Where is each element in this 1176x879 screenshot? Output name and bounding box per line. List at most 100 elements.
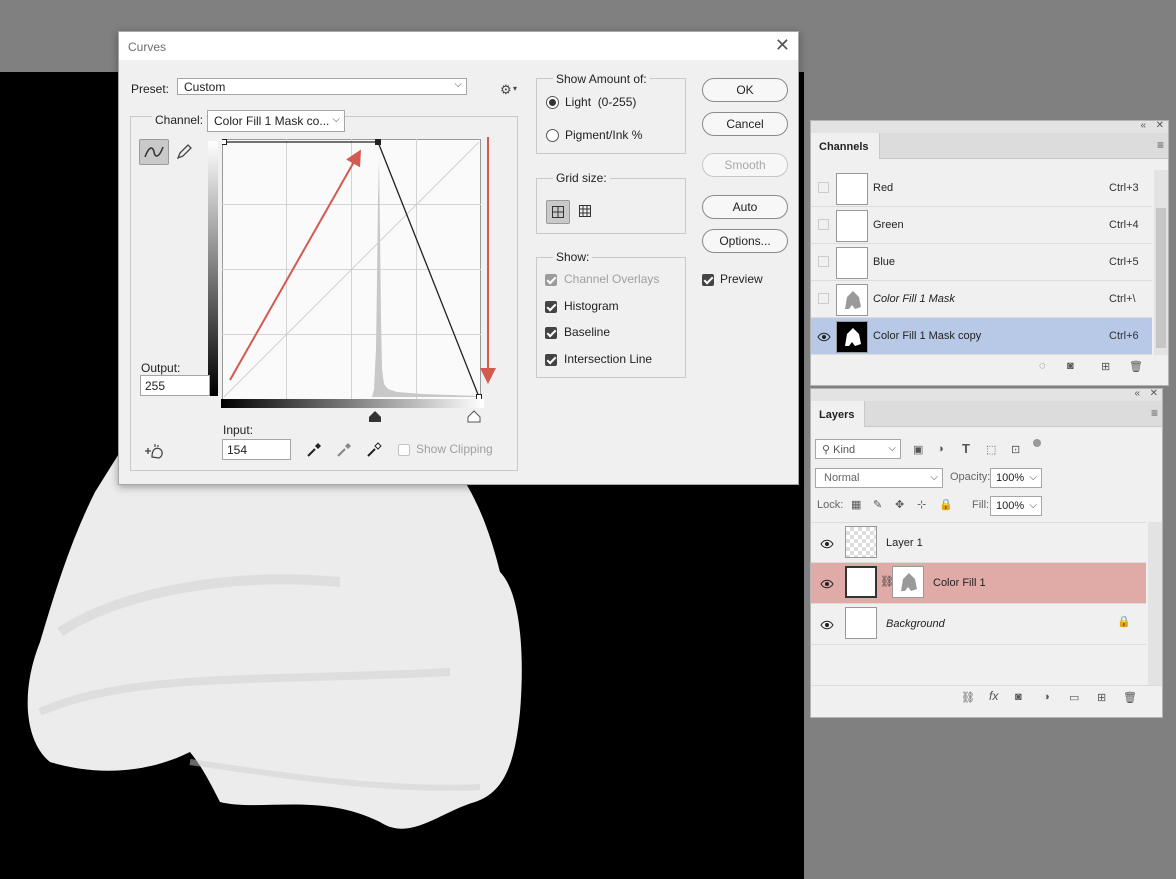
load-channel-as-selection-icon[interactable]: ◌ bbox=[1039, 360, 1046, 372]
new-layer-icon[interactable]: ⊞ bbox=[1097, 691, 1106, 704]
channels-scrollbar[interactable] bbox=[1154, 170, 1168, 355]
intersection-line-checkbox[interactable] bbox=[545, 354, 557, 366]
link-layers-icon[interactable]: ⛓ bbox=[961, 691, 975, 704]
pencil-tool-button[interactable] bbox=[174, 142, 194, 162]
curve-point-tool-button[interactable] bbox=[139, 139, 169, 165]
close-icon[interactable]: ✕ bbox=[1156, 120, 1164, 131]
auto-button[interactable]: Auto bbox=[702, 195, 788, 219]
simple-grid-button[interactable] bbox=[546, 200, 570, 224]
fill-field[interactable]: 100% ⌵ bbox=[990, 496, 1042, 516]
type-layer-filter-icon[interactable]: T bbox=[962, 441, 970, 456]
mask-shape-icon bbox=[845, 291, 861, 309]
output-field[interactable]: 255 bbox=[140, 375, 210, 396]
layer-mask-thumbnail[interactable] bbox=[892, 566, 924, 598]
channel-thumbnail bbox=[836, 210, 868, 242]
close-icon[interactable]: ✕ bbox=[775, 36, 790, 54]
add-mask-icon[interactable]: ◙ bbox=[1015, 691, 1022, 703]
fill-label: Fill: bbox=[972, 499, 990, 511]
on-image-adjust-icon[interactable] bbox=[143, 443, 165, 461]
trash-icon[interactable]: 🗑 bbox=[1129, 360, 1143, 373]
lock-artboard-icon[interactable]: ⊹ bbox=[917, 498, 926, 511]
opacity-field[interactable]: 100% ⌵ bbox=[990, 468, 1042, 488]
visibility-toggle[interactable] bbox=[818, 293, 829, 304]
opacity-value: 100% bbox=[996, 472, 1025, 484]
channel-row-red[interactable]: Red Ctrl+3 bbox=[811, 170, 1152, 207]
pigment-radio[interactable] bbox=[546, 129, 559, 142]
ok-button[interactable]: OK bbox=[702, 78, 788, 102]
channel-name: Blue bbox=[873, 256, 896, 268]
input-field[interactable]: 154 bbox=[222, 439, 291, 460]
kind-filter-dropdown[interactable]: ⚲ Kind ⌵ bbox=[815, 439, 901, 459]
channel-dropdown[interactable]: Color Fill 1 Mask co... ⌵ bbox=[207, 110, 345, 132]
layer-row-color-fill-1[interactable]: ⛓ Color Fill 1 bbox=[811, 563, 1146, 604]
scrollbar-thumb[interactable] bbox=[1156, 208, 1166, 348]
blend-mode-dropdown[interactable]: Normal ⌵ bbox=[815, 468, 943, 488]
collapse-icon[interactable]: « bbox=[1140, 120, 1146, 131]
smooth-button[interactable]: Smooth bbox=[702, 153, 788, 177]
output-label: Output: bbox=[141, 361, 181, 375]
dialog-titlebar[interactable]: Curves ✕ bbox=[119, 32, 798, 60]
fx-icon[interactable]: fx bbox=[989, 689, 998, 703]
eye-icon[interactable] bbox=[817, 332, 831, 342]
layers-scrollbar[interactable] bbox=[1148, 522, 1162, 685]
input-label: Input: bbox=[223, 423, 254, 437]
new-channel-icon[interactable]: ⊞ bbox=[1101, 360, 1110, 373]
channel-row-color-fill-mask[interactable]: Color Fill 1 Mask Ctrl+\ bbox=[811, 281, 1152, 318]
panel-header-strip[interactable]: « ✕ bbox=[811, 388, 1162, 401]
preset-options-gear-icon[interactable]: ⚙ bbox=[500, 82, 512, 98]
eye-icon[interactable] bbox=[820, 620, 834, 630]
filter-toggle-icon[interactable] bbox=[1033, 439, 1041, 447]
layer-row-background[interactable]: Background 🔒 bbox=[811, 604, 1146, 645]
options-button[interactable]: Options... bbox=[702, 229, 788, 253]
preset-dropdown[interactable]: Custom ⌵ bbox=[177, 78, 467, 95]
channel-shortcut: Ctrl+4 bbox=[1109, 219, 1139, 231]
tab-layers[interactable]: Layers bbox=[811, 401, 866, 427]
panel-menu-icon[interactable]: ≡ bbox=[1151, 406, 1158, 420]
visibility-toggle[interactable] bbox=[818, 182, 829, 193]
shape-layer-filter-icon[interactable]: ⬚ bbox=[986, 443, 996, 456]
chevron-down-icon: ⌵ bbox=[888, 443, 896, 454]
output-gradient-bar bbox=[208, 141, 218, 396]
lock-all-icon[interactable]: 🔒 bbox=[939, 498, 953, 511]
lock-position-icon[interactable]: ✥ bbox=[895, 498, 904, 511]
histogram-checkbox[interactable] bbox=[545, 301, 557, 313]
lock-transparent-pixels-icon[interactable]: ▦ bbox=[851, 498, 861, 511]
layer-row-layer-1[interactable]: Layer 1 bbox=[811, 522, 1146, 563]
smart-object-filter-icon[interactable]: ⊡ bbox=[1011, 443, 1020, 456]
visibility-toggle[interactable] bbox=[818, 256, 829, 267]
adjustment-layer-icon[interactable]: ◑ bbox=[1043, 691, 1050, 703]
eye-icon[interactable] bbox=[820, 539, 834, 549]
layer-thumbnail bbox=[845, 607, 877, 639]
collapse-icon[interactable]: « bbox=[1134, 388, 1140, 399]
group-folder-icon[interactable]: ▭ bbox=[1069, 691, 1079, 704]
trash-icon[interactable]: 🗑 bbox=[1123, 691, 1137, 704]
lock-image-pixels-icon[interactable]: ✎ bbox=[873, 498, 882, 511]
channel-name: Red bbox=[873, 182, 894, 194]
black-point-slider[interactable] bbox=[368, 410, 382, 423]
show-clipping-checkbox[interactable] bbox=[398, 444, 410, 456]
save-selection-as-channel-icon[interactable]: ◙ bbox=[1067, 360, 1074, 372]
detailed-grid-button[interactable] bbox=[574, 200, 598, 224]
white-eyedropper-icon[interactable] bbox=[365, 441, 383, 459]
baseline-checkbox[interactable] bbox=[545, 327, 557, 339]
gray-eyedropper-icon[interactable] bbox=[335, 441, 353, 459]
channel-overlays-checkbox[interactable] bbox=[545, 274, 557, 286]
light-radio[interactable] bbox=[546, 96, 559, 109]
preview-checkbox[interactable] bbox=[702, 274, 714, 286]
eye-icon[interactable] bbox=[820, 579, 834, 589]
panel-header-strip[interactable]: « ✕ bbox=[811, 120, 1168, 133]
pixel-layer-filter-icon[interactable]: ▣ bbox=[913, 443, 923, 456]
visibility-toggle[interactable] bbox=[818, 219, 829, 230]
cancel-button[interactable]: Cancel bbox=[702, 112, 788, 136]
adjustment-layer-filter-icon[interactable]: ◑ bbox=[937, 443, 944, 455]
channel-row-blue[interactable]: Blue Ctrl+5 bbox=[811, 244, 1152, 281]
close-icon[interactable]: ✕ bbox=[1150, 388, 1158, 399]
channel-name: Color Fill 1 Mask bbox=[873, 293, 955, 305]
channel-row-green[interactable]: Green Ctrl+4 bbox=[811, 207, 1152, 244]
black-eyedropper-icon[interactable] bbox=[305, 441, 323, 459]
channel-row-color-fill-mask-copy[interactable]: Color Fill 1 Mask copy Ctrl+6 bbox=[811, 318, 1152, 355]
panel-menu-icon[interactable]: ≡ bbox=[1157, 138, 1164, 152]
tab-channels[interactable]: Channels bbox=[811, 133, 880, 159]
grid-4x4-icon bbox=[552, 206, 564, 218]
white-point-slider[interactable] bbox=[467, 410, 481, 423]
